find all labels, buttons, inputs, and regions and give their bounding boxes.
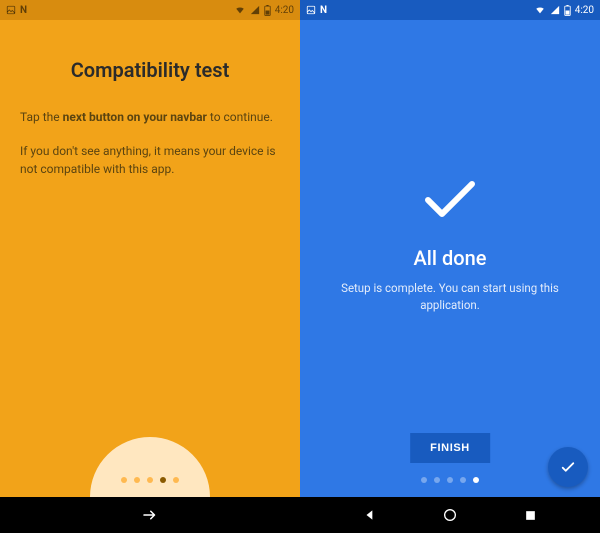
decorative-arc <box>90 437 210 497</box>
checkmark-icon <box>420 174 480 228</box>
page-dot <box>134 477 140 483</box>
page-dot <box>173 477 179 483</box>
wifi-icon <box>234 5 246 15</box>
instruction-text-1: Tap the next button on your navbar to co… <box>20 108 280 126</box>
page-dot <box>421 477 427 483</box>
page-dot <box>447 477 453 483</box>
page-indicator <box>421 477 479 483</box>
nav-back-button[interactable] <box>360 505 380 525</box>
body-text: Setup is complete. You can start using t… <box>335 280 565 313</box>
battery-icon <box>264 5 271 16</box>
wifi-icon <box>534 5 546 15</box>
page-dot-active <box>473 477 479 483</box>
screen-compatibility-test: N 4:20 Compatibility test Tap the next b… <box>0 0 300 533</box>
signal-icon <box>250 5 260 15</box>
nav-home-button[interactable] <box>440 505 460 525</box>
system-navbar <box>0 497 300 533</box>
n-icon: N <box>320 5 327 16</box>
status-bar: N 4:20 <box>300 0 600 20</box>
page-dot <box>147 477 153 483</box>
page-dot-active <box>160 477 166 483</box>
text-fragment: Tap the <box>20 110 63 124</box>
nav-next-button[interactable] <box>140 505 160 525</box>
fab-done-button[interactable] <box>548 447 588 487</box>
screen-all-done: N 4:20 All done Setup is complete. You c… <box>300 0 600 533</box>
page-title: Compatibility test <box>20 58 280 82</box>
status-bar: N 4:20 <box>0 0 300 20</box>
n-icon: N <box>20 5 27 16</box>
page-dot <box>460 477 466 483</box>
nav-recents-button[interactable] <box>520 505 540 525</box>
image-icon <box>306 5 316 15</box>
system-navbar <box>300 497 600 533</box>
text-fragment-bold: next button on your navbar <box>63 110 207 124</box>
finish-button[interactable]: FINISH <box>410 433 490 463</box>
page-indicator <box>121 477 179 483</box>
signal-icon <box>550 5 560 15</box>
page-title: All done <box>414 246 487 270</box>
page-dot <box>121 477 127 483</box>
instruction-text-2: If you don't see anything, it means your… <box>20 142 280 178</box>
battery-icon <box>564 5 571 16</box>
status-time: 4:20 <box>275 5 294 16</box>
page-dot <box>434 477 440 483</box>
text-fragment: to continue. <box>207 110 273 124</box>
status-time: 4:20 <box>575 5 594 16</box>
image-icon <box>6 5 16 15</box>
